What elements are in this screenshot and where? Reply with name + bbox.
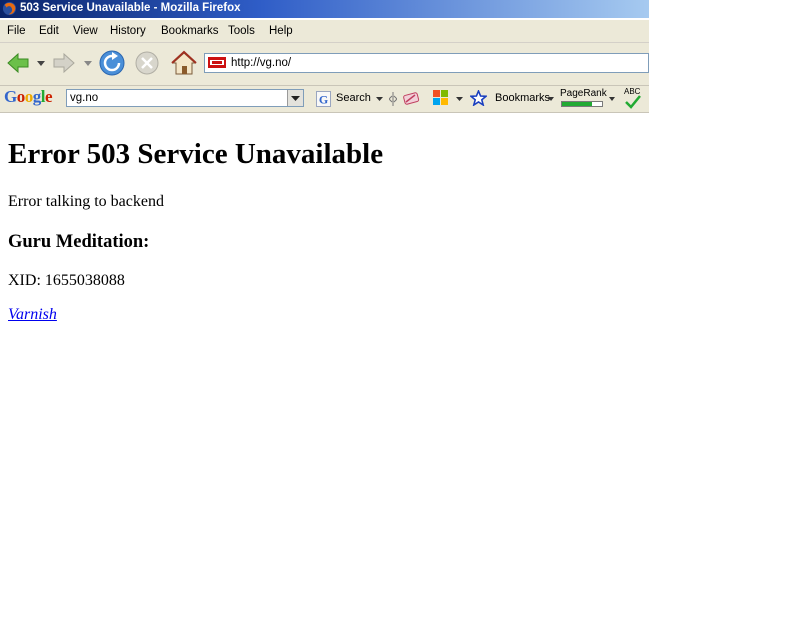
google-toolbar: Google G Search <box>0 86 649 113</box>
site-icon <box>208 57 226 68</box>
bookmarks-button[interactable]: Bookmarks <box>495 92 550 104</box>
varnish-link[interactable]: Varnish <box>8 306 57 323</box>
bookmarks-star-icon[interactable] <box>470 90 487 106</box>
google-logo[interactable]: Google <box>4 87 53 107</box>
forward-history-chevron-down-icon[interactable] <box>84 61 92 66</box>
menu-bar: File Edit View History Bookmarks Tools H… <box>0 20 649 43</box>
google-search-input[interactable] <box>70 91 285 105</box>
menu-tools[interactable]: Tools <box>228 25 255 37</box>
back-icon[interactable] <box>6 51 30 75</box>
url-bar[interactable] <box>204 53 649 73</box>
chevron-down-icon <box>291 96 300 101</box>
bookmarks-chevron-down-icon[interactable] <box>548 97 554 101</box>
menu-history[interactable]: History <box>110 25 146 37</box>
xid-text: XID: 1655038088 <box>8 272 125 289</box>
guru-meditation-heading: Guru Meditation: <box>8 232 150 252</box>
spellcheck-icon[interactable] <box>625 95 641 109</box>
google-search-button[interactable]: Search <box>336 92 371 104</box>
url-input[interactable] <box>231 55 631 71</box>
toolbar-resize-handle-icon[interactable] <box>389 92 397 106</box>
reload-icon[interactable] <box>99 50 125 76</box>
pagerank-label[interactable]: PageRank <box>560 88 607 99</box>
highlight-marker-icon[interactable] <box>402 90 420 106</box>
svg-text:G: G <box>319 93 328 107</box>
popup-options-chevron-down-icon[interactable] <box>456 97 463 101</box>
error-heading: Error 503 Service Unavailable <box>8 138 384 170</box>
home-icon[interactable] <box>171 50 197 76</box>
menu-help[interactable]: Help <box>269 25 293 37</box>
search-options-chevron-down-icon[interactable] <box>376 97 383 101</box>
navigation-toolbar <box>0 43 649 86</box>
menu-edit[interactable]: Edit <box>39 25 59 37</box>
pagerank-meter <box>561 101 603 107</box>
google-search-box[interactable] <box>66 89 304 107</box>
pagerank-chevron-down-icon[interactable] <box>609 97 615 101</box>
error-message: Error talking to backend <box>8 193 164 210</box>
google-g-icon[interactable]: G <box>316 91 331 107</box>
window-title: 503 Service Unavailable - Mozilla Firefo… <box>20 2 241 14</box>
forward-icon[interactable] <box>52 51 76 75</box>
menu-bookmarks[interactable]: Bookmarks <box>161 25 219 37</box>
stop-icon[interactable] <box>135 51 159 75</box>
popup-blocker-icon[interactable] <box>432 89 450 107</box>
menu-file[interactable]: File <box>7 25 26 37</box>
title-bar: 503 Service Unavailable - Mozilla Firefo… <box>0 0 649 18</box>
firefox-icon <box>2 1 17 16</box>
browser-window: 503 Service Unavailable - Mozilla Firefo… <box>0 0 649 643</box>
back-history-chevron-down-icon[interactable] <box>37 61 45 66</box>
google-search-dropdown[interactable] <box>287 90 303 106</box>
menu-view[interactable]: View <box>73 25 98 37</box>
page-content: Error 503 Service Unavailable Error talk… <box>8 136 628 324</box>
